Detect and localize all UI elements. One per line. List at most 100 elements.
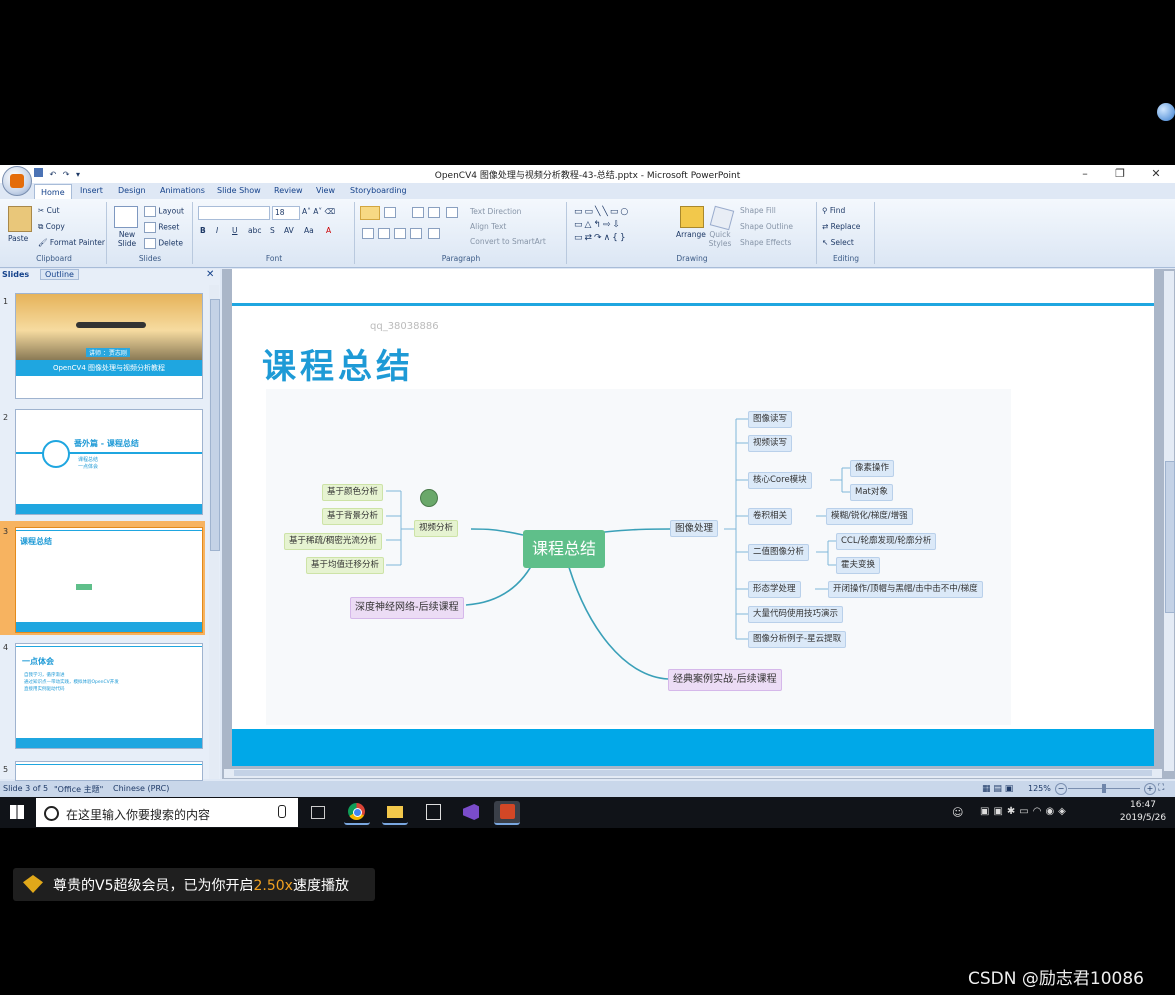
slide-thumbnail-3[interactable]: 课程总结 [15, 527, 203, 633]
change-case-button[interactable]: Aa [304, 226, 314, 235]
tab-slides[interactable]: Slides [2, 270, 29, 279]
current-slide[interactable]: qq_38038886 课程总结 课程总结 视频分析 基于颜色分析 基于背景分析… [232, 269, 1154, 766]
align-center-button[interactable] [378, 228, 390, 239]
branch-node-deep-learning[interactable]: 深度神经网络-后续课程 [350, 597, 464, 619]
tab-review[interactable]: Review [274, 186, 303, 199]
search-box[interactable]: 在这里输入你要搜索的内容 [36, 798, 298, 827]
zoom-out-button[interactable]: − [1055, 783, 1067, 795]
scrollbar-thumb[interactable] [210, 299, 220, 551]
leaf-node[interactable]: 大量代码使用技巧演示 [748, 606, 844, 623]
leaf-node[interactable]: 模糊/锐化/梯度/增强 [826, 508, 913, 525]
columns-button[interactable] [428, 228, 440, 239]
restore-button[interactable]: ❐ [1105, 166, 1135, 182]
scrollbar-thumb[interactable] [234, 770, 1152, 776]
font-size-buttons[interactable]: A˄ A˅ ⌫ [302, 207, 335, 216]
slide-vertical-scrollbar[interactable] [1164, 271, 1175, 771]
bold-button[interactable]: B [200, 226, 206, 235]
copy-button[interactable]: ⧉ Copy [38, 222, 65, 232]
quick-styles-button[interactable]: Quick Styles [708, 230, 732, 248]
system-tray-icons[interactable]: ▣▣✱▭◠◉◈ [980, 806, 1070, 817]
shape-fill-button[interactable]: Shape Fill [740, 206, 776, 215]
close-button[interactable]: ✕ [1141, 166, 1171, 182]
leaf-node[interactable]: 图像读写 [748, 411, 793, 428]
tab-animations[interactable]: Animations [160, 186, 205, 199]
tab-design[interactable]: Design [118, 186, 146, 199]
leaf-node[interactable]: 霍夫变换 [836, 557, 881, 574]
view-buttons[interactable]: ▦ ▤ ▣ [982, 784, 1013, 794]
leaf-node[interactable]: 形态学处理 [748, 581, 801, 598]
font-size-combobox[interactable]: 18 [272, 206, 300, 220]
visual-studio-icon[interactable] [458, 801, 484, 823]
slide-thumbnail-4[interactable]: 一点体会 自我学习，循序渐进 通过知识点—带动实践，模拟体验OpenCV开发 直… [15, 643, 203, 749]
branch-node-image-processing[interactable]: 图像处理 [670, 520, 719, 537]
calendar-icon[interactable] [420, 801, 446, 823]
shapes-gallery[interactable]: ▭▭╲╲▭○ ▭△↰⇨⇩ ▭⇄↷∧{} [574, 206, 672, 244]
spacing-button[interactable]: AV [284, 226, 294, 235]
decrease-indent-button[interactable] [412, 207, 424, 218]
people-icon[interactable]: ☺ [952, 806, 963, 819]
leaf-node[interactable]: Mat对象 [850, 484, 893, 501]
align-left-button[interactable] [362, 228, 374, 239]
font-name-combobox[interactable] [198, 206, 270, 220]
branch-node-video-analysis[interactable]: 视频分析 [414, 520, 459, 537]
format-painter-button[interactable]: 🖌 Format Painter [38, 238, 105, 247]
center-node[interactable]: 课程总结 [523, 530, 606, 568]
leaf-node[interactable]: CCL/轮廓发现/轮廓分析 [836, 533, 937, 550]
windows-start-icon[interactable] [10, 805, 24, 819]
strikethrough-button[interactable]: abc [248, 226, 261, 235]
zoom-slider-thumb[interactable] [1102, 784, 1106, 793]
justify-button[interactable] [410, 228, 422, 239]
slide-thumbnail-2[interactable]: 番外篇 - 课程总结 课程总结 一点体会 [15, 409, 203, 515]
font-color-button[interactable]: A [326, 226, 331, 235]
increase-indent-button[interactable] [428, 207, 440, 218]
bullets-button[interactable] [360, 206, 380, 220]
office-button[interactable] [2, 166, 32, 196]
leaf-node[interactable]: 基于稀疏/稠密光流分析 [284, 533, 382, 550]
slide-horizontal-scrollbar[interactable] [224, 769, 1162, 778]
tab-view[interactable]: View [316, 186, 335, 199]
tab-home[interactable]: Home [34, 184, 72, 200]
slide-thumbnail-1[interactable]: 讲师 ：贾志刚 OpenCV4 图像处理与视频分析教程 [15, 293, 203, 399]
leaf-node[interactable]: 像素操作 [850, 460, 895, 477]
leaf-node[interactable]: 卷积相关 [748, 508, 793, 525]
clock-date[interactable]: 2019/5/26 [1112, 813, 1174, 823]
file-explorer-icon[interactable] [382, 801, 408, 825]
close-pane-button[interactable]: ✕ [206, 269, 214, 280]
chrome-icon[interactable] [344, 801, 370, 825]
text-direction-button[interactable]: Text Direction [470, 207, 521, 216]
branch-node-cases[interactable]: 经典案例实战-后续课程 [668, 669, 782, 691]
leaf-node[interactable]: 图像分析例子-星云提取 [748, 631, 847, 648]
microphone-icon[interactable] [278, 805, 286, 818]
slides-pane-scrollbar[interactable] [209, 285, 220, 779]
delete-button[interactable]: Delete [144, 238, 183, 249]
tab-storyboarding[interactable]: Storyboarding [350, 186, 407, 199]
zoom-in-button[interactable]: + [1144, 783, 1156, 795]
leaf-node[interactable]: 视频读写 [748, 435, 793, 452]
tab-insert[interactable]: Insert [80, 186, 103, 199]
align-text-button[interactable]: Align Text [470, 222, 506, 231]
leaf-node[interactable]: 核心Core模块 [748, 472, 812, 489]
layout-button[interactable]: Layout [144, 206, 184, 217]
italic-button[interactable]: I [216, 226, 218, 235]
tab-slide-show[interactable]: Slide Show [217, 186, 261, 199]
tab-outline[interactable]: Outline [40, 269, 79, 280]
align-right-button[interactable] [394, 228, 406, 239]
leaf-node[interactable]: 基于均值迁移分析 [306, 557, 385, 574]
arrange-button[interactable]: Arrange [676, 230, 706, 239]
line-spacing-button[interactable] [446, 207, 458, 218]
minimize-button[interactable]: – [1070, 166, 1100, 182]
leaf-node[interactable]: 基于颜色分析 [322, 484, 384, 501]
zoom-level[interactable]: 125% [1028, 784, 1051, 793]
select-button[interactable]: ↖ Select [822, 238, 854, 247]
convert-smartart-button[interactable]: Convert to SmartArt [470, 237, 546, 246]
paste-button[interactable]: Paste [8, 234, 28, 243]
leaf-node[interactable]: 开闭操作/顶帽与黑帽/击中击不中/梯度 [828, 581, 983, 598]
task-view-icon[interactable] [311, 806, 325, 819]
shape-effects-button[interactable]: Shape Effects [740, 238, 791, 247]
cut-button[interactable]: ✂ Cut [38, 206, 60, 215]
fit-to-window-icon[interactable]: ⛶ [1158, 783, 1164, 793]
shape-outline-button[interactable]: Shape Outline [740, 222, 793, 231]
replace-button[interactable]: ⇄ Replace [822, 222, 860, 231]
underline-button[interactable]: U [232, 226, 238, 235]
numbering-button[interactable] [384, 207, 396, 218]
